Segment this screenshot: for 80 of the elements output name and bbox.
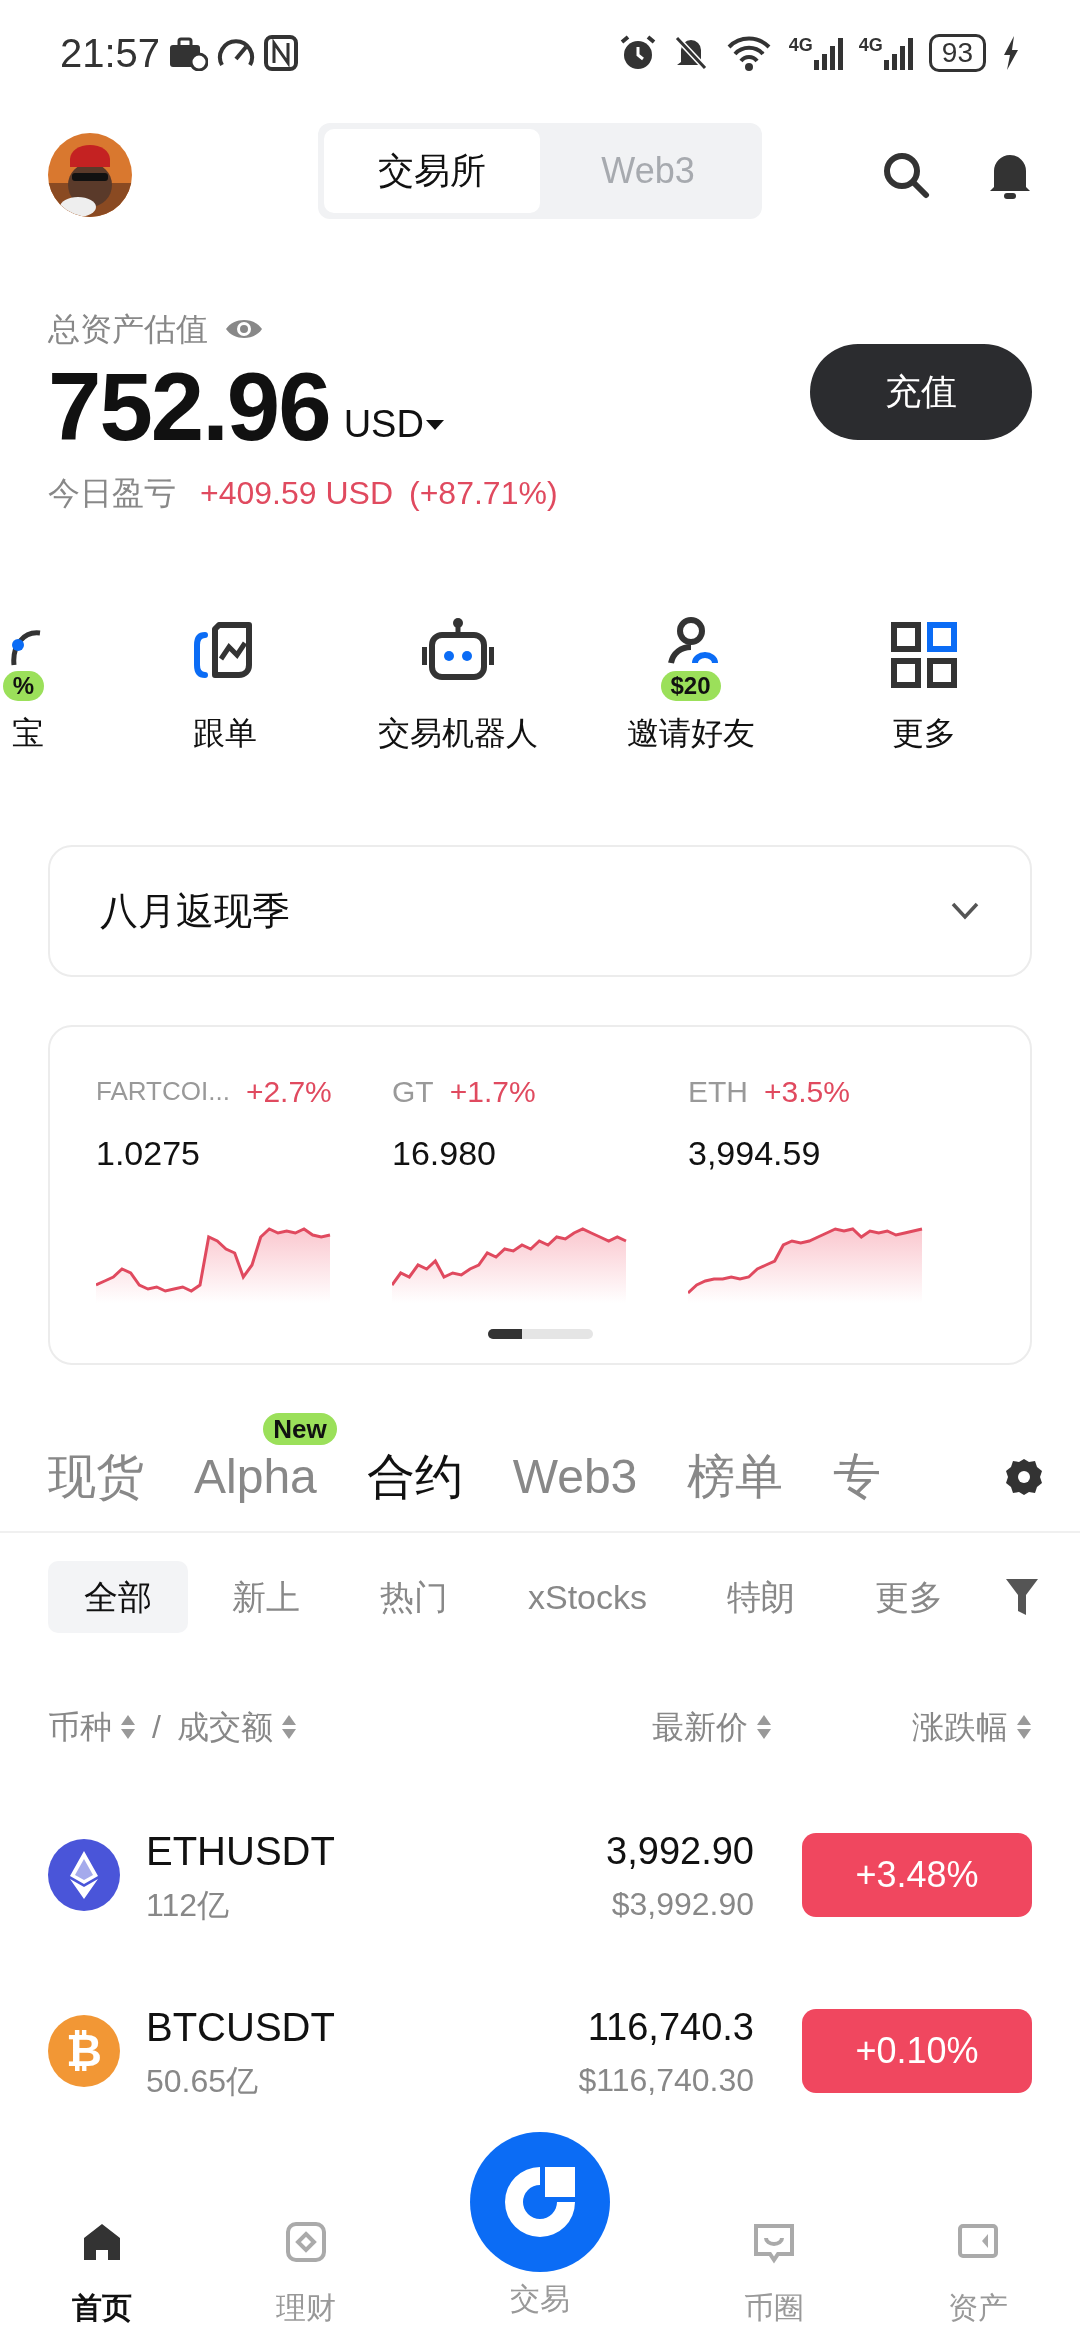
change-pill[interactable]: +3.48% — [802, 1833, 1032, 1917]
pnl-label: 今日盈亏 — [48, 474, 176, 513]
filter-icon[interactable] — [1004, 1577, 1040, 1617]
chevron-down-icon[interactable] — [950, 901, 980, 921]
market-tab[interactable]: 专 — [833, 1449, 882, 1505]
ticker-price: 16.980 — [392, 1133, 497, 1174]
filter-chip[interactable]: xStocks — [492, 1561, 684, 1633]
market-tab[interactable]: Alpha — [194, 1449, 317, 1505]
caret-icon — [423, 417, 446, 432]
ticker-name: FARTCOI... — [96, 1075, 230, 1108]
ticker-name: ETH — [688, 1074, 748, 1110]
shortcut-label[interactable]: 邀请好友 — [574, 709, 807, 757]
reward-badge: % — [2, 671, 44, 701]
signal-icon — [882, 35, 913, 70]
charging-icon — [1002, 35, 1020, 70]
sort-icon[interactable] — [280, 1713, 297, 1741]
signal-icon — [812, 35, 843, 70]
nav-tab[interactable]: 资产 — [876, 2110, 1080, 2340]
market-tab[interactable]: 榜单 — [687, 1449, 784, 1505]
shortcut-label[interactable]: 宝 — [0, 709, 44, 757]
pnl-value: +409.59 USD — [200, 474, 393, 513]
network-label: 4G — [858, 35, 883, 54]
clock: 21:57 — [60, 29, 161, 77]
network-label: 4G — [788, 35, 813, 54]
filter-chip[interactable]: 新上 — [196, 1561, 336, 1633]
last-price: 116,740.3 — [586, 2004, 754, 2050]
promo-title: 八月返现季 — [100, 888, 290, 934]
nav-tab[interactable]: 币圈 — [672, 2110, 876, 2340]
segment-tab[interactable]: 交易所 — [324, 129, 540, 213]
currency-selector[interactable]: USD — [343, 396, 446, 453]
sort-icon[interactable] — [756, 1713, 772, 1741]
pair-symbol: ETHUSDT — [146, 1828, 335, 1875]
search-icon[interactable] — [882, 151, 930, 199]
market-tab[interactable]: 现货 — [48, 1449, 144, 1505]
last-price: 3,992.90 — [606, 1828, 754, 1874]
pnl-percent: (+87.71%) — [409, 474, 558, 513]
bitcoin-icon: ₿ — [48, 2015, 120, 2087]
nav-tab[interactable]: 首页 — [0, 2110, 204, 2340]
market-tab[interactable]: 合约 — [366, 1449, 463, 1505]
usd-price: $3,992.90 — [610, 1884, 754, 1924]
trade-volume: 112亿 — [146, 1886, 230, 1925]
segment-tab[interactable]: Web3 — [540, 129, 756, 213]
filter-chip[interactable]: 热门 — [344, 1561, 484, 1633]
nfc-icon — [264, 34, 299, 71]
filter-chip[interactable]: 特朗 — [691, 1561, 832, 1633]
shortcut-label[interactable]: 跟单 — [108, 709, 341, 757]
total-amount: 752.96 — [48, 359, 330, 455]
alarm-icon — [618, 33, 657, 72]
pair-symbol: BTCUSDT — [146, 2004, 335, 2051]
column-header[interactable]: 成交额 — [176, 1703, 273, 1751]
filter-chip[interactable]: 全部 — [48, 1561, 188, 1633]
column-header[interactable]: 最新价 — [652, 1703, 748, 1751]
nav-tab[interactable]: 理财 — [204, 2110, 408, 2340]
deposit-button[interactable]: 充值 — [810, 344, 1032, 440]
ticker-change: +2.7% — [245, 1074, 332, 1110]
shortcut-label[interactable]: 交易机器人 — [341, 709, 574, 757]
ticker-price: 3,994.59 — [688, 1133, 822, 1174]
column-header[interactable]: 涨跌幅 — [912, 1703, 1008, 1751]
sort-icon[interactable] — [120, 1713, 136, 1741]
battery-indicator: 93 — [928, 33, 986, 72]
shortcut-label[interactable]: 更多 — [807, 709, 1040, 757]
settings-icon[interactable] — [1004, 1457, 1044, 1497]
ticker-change: +1.7% — [449, 1074, 536, 1110]
ethereum-icon — [48, 1839, 120, 1911]
trade-volume: 50.65亿 — [146, 2062, 260, 2101]
market-tab[interactable]: Web3 — [512, 1449, 638, 1505]
reward-badge: $20 — [660, 671, 721, 701]
column-header[interactable]: 币种 — [48, 1703, 112, 1751]
promo-card[interactable]: 八月返现季 — [48, 845, 1032, 977]
ticker-price: 1.0275 — [96, 1133, 201, 1174]
filter-chip[interactable]: 更多 — [839, 1561, 980, 1633]
ticker-name: GT — [392, 1074, 434, 1110]
sort-icon[interactable] — [1016, 1713, 1032, 1741]
usd-price: $116,740.30 — [578, 2060, 754, 2100]
nav-tab[interactable]: 交易 — [408, 2110, 672, 2322]
separator: / — [152, 1708, 161, 1747]
new-badge: New — [263, 1413, 337, 1446]
ticker-change: +3.5% — [764, 1074, 850, 1110]
change-pill[interactable]: +0.10% — [802, 2009, 1032, 2093]
assets-label: 总资产估值 — [48, 310, 208, 349]
